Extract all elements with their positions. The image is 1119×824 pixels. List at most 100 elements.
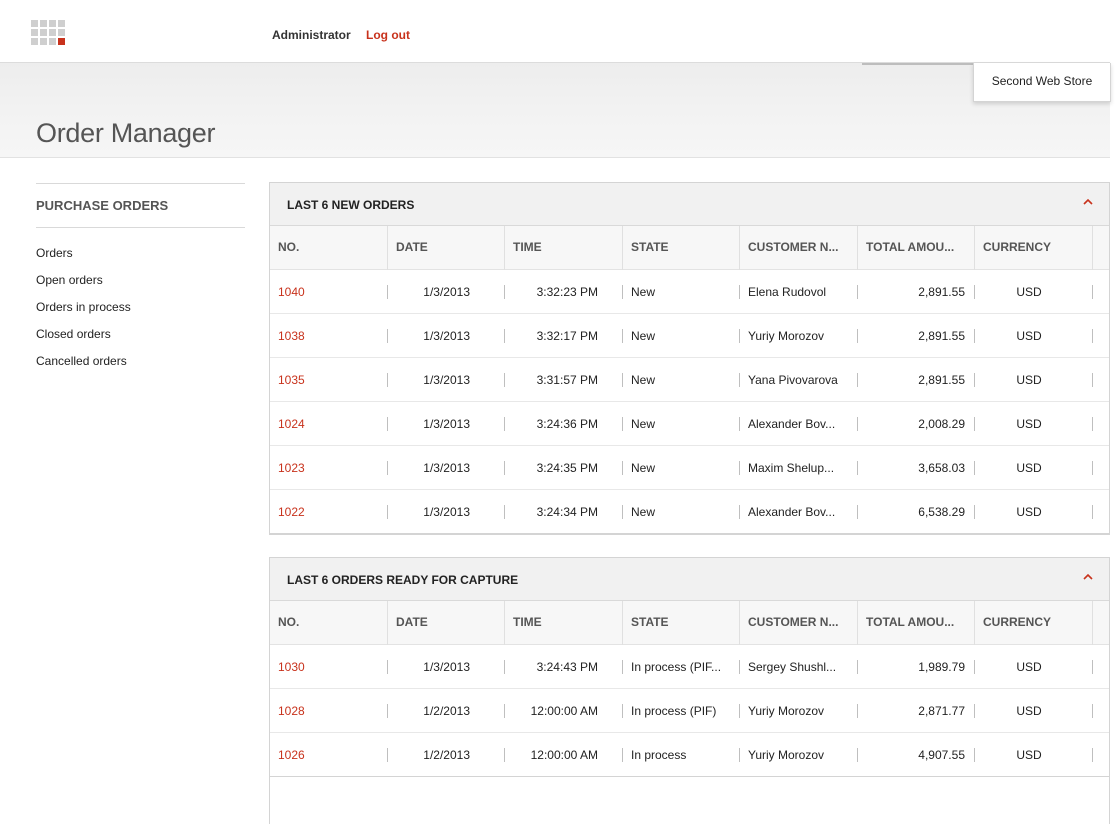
column-header-customer[interactable]: CUSTOMER N...	[740, 601, 858, 645]
order-time: 3:24:36 PM	[536, 417, 598, 431]
column-header-state[interactable]: STATE	[623, 226, 740, 270]
order-total: 2,891.55	[918, 329, 965, 343]
column-header-total[interactable]: TOTAL AMOU...	[858, 601, 975, 645]
column-separator	[504, 748, 505, 762]
table-row[interactable]: 1024 1/3/2013 3:24:36 PM New Alexander Bov..…	[270, 402, 1109, 446]
order-number-link[interactable]: 1030	[278, 659, 378, 675]
user-name: Administrator	[272, 28, 351, 42]
column-separator	[857, 329, 858, 343]
order-currency: USD	[1016, 285, 1042, 299]
column-separator	[504, 417, 505, 431]
order-total: 4,907.55	[918, 748, 965, 762]
column-header-time[interactable]: TIME	[505, 226, 623, 270]
column-separator	[974, 660, 975, 674]
order-date: 1/2/2013	[423, 748, 470, 762]
panel-title: LAST 6 ORDERS READY FOR CAPTURE	[287, 573, 519, 587]
order-number-link[interactable]: 1022	[278, 504, 378, 520]
table-row[interactable]: 1022 1/3/2013 3:24:34 PM New Alexander Bov..…	[270, 490, 1109, 534]
order-number-link[interactable]: 1024	[278, 416, 378, 432]
column-header-total[interactable]: TOTAL AMOU...	[858, 226, 975, 270]
sidebar-item-orders[interactable]: Orders	[36, 246, 73, 260]
column-separator	[504, 704, 505, 718]
column-separator	[974, 461, 975, 475]
column-separator	[974, 748, 975, 762]
customer-name: Alexander Bov...	[748, 505, 836, 519]
order-date: 1/3/2013	[423, 373, 470, 387]
column-header-currency[interactable]: CURRENCY	[975, 601, 1093, 645]
table-row[interactable]: 1035 1/3/2013 3:31:57 PM New Yana Pivovarova…	[270, 358, 1109, 402]
order-time: 3:24:35 PM	[536, 461, 598, 475]
table-body: 1030 1/3/2013 3:24:43 PM In process (PIF...…	[270, 645, 1109, 777]
order-state: In process (PIF...	[631, 660, 722, 674]
table-row[interactable]: 1028 1/2/2013 12:00:00 AM In process (PIF) Y…	[270, 689, 1109, 733]
logout-link[interactable]: Log out	[366, 28, 410, 42]
column-header-state[interactable]: STATE	[623, 601, 740, 645]
column-separator	[387, 329, 388, 343]
table-row[interactable]: 1023 1/3/2013 3:24:35 PM New Maxim Shelup...…	[270, 446, 1109, 490]
store-selector-button[interactable]: Second Web Store	[973, 63, 1111, 102]
order-currency: USD	[1016, 748, 1042, 762]
column-separator	[739, 660, 740, 674]
order-date: 1/3/2013	[423, 285, 470, 299]
order-number-link[interactable]: 1040	[278, 284, 378, 300]
customer-name: Sergey Shushl...	[748, 660, 837, 674]
column-separator	[1092, 373, 1093, 387]
order-total: 2,891.55	[918, 373, 965, 387]
chevron-up-icon[interactable]	[1081, 195, 1095, 209]
chevron-up-icon[interactable]	[1081, 570, 1095, 584]
column-header-no[interactable]: NO.	[270, 601, 388, 645]
panel-header: LAST 6 ORDERS READY FOR CAPTURE	[270, 558, 1109, 601]
column-separator	[974, 285, 975, 299]
new-orders-panel: LAST 6 NEW ORDERS NO. DATE TIME STATE CU…	[269, 182, 1110, 535]
order-number-link[interactable]: 1038	[278, 328, 378, 344]
column-separator	[387, 505, 388, 519]
column-separator	[387, 660, 388, 674]
order-date: 1/3/2013	[423, 329, 470, 343]
table-header: NO. DATE TIME STATE CUSTOMER N... TOTAL …	[270, 226, 1109, 270]
customer-name: Yuriy Morozov	[748, 329, 825, 343]
table-row[interactable]: 1040 1/3/2013 3:32:23 PM New Elena Rudovol 2,…	[270, 270, 1109, 314]
column-separator	[387, 748, 388, 762]
sidebar-item-closed-orders[interactable]: Closed orders	[36, 327, 111, 341]
column-header-no[interactable]: NO.	[270, 226, 388, 270]
customer-name: Yuriy Morozov	[748, 704, 825, 718]
column-separator	[622, 660, 623, 674]
column-separator	[1092, 417, 1093, 431]
column-separator	[622, 505, 623, 519]
column-separator	[622, 704, 623, 718]
sidebar-heading: PURCHASE ORDERS	[36, 183, 245, 228]
sidebar-item-open-orders[interactable]: Open orders	[36, 273, 103, 287]
column-separator	[857, 660, 858, 674]
order-number-link[interactable]: 1026	[278, 747, 378, 763]
order-number-link[interactable]: 1028	[278, 703, 378, 719]
column-separator	[739, 329, 740, 343]
customer-name: Yana Pivovarova	[748, 373, 838, 387]
table-row[interactable]: 1030 1/3/2013 3:24:43 PM In process (PIF...…	[270, 645, 1109, 689]
page-title: Order Manager	[36, 118, 216, 148]
order-date: 1/3/2013	[423, 417, 470, 431]
table-body: 1040 1/3/2013 3:32:23 PM New Elena Rudovol 2,…	[270, 270, 1109, 534]
column-separator	[387, 373, 388, 387]
table-row[interactable]: 1038 1/3/2013 3:32:17 PM New Yuriy Morozov 2,…	[270, 314, 1109, 358]
column-header-time[interactable]: TIME	[505, 601, 623, 645]
order-time: 3:32:17 PM	[536, 329, 598, 343]
column-separator	[622, 417, 623, 431]
sidebar-item-cancelled-orders[interactable]: Cancelled orders	[36, 354, 127, 368]
column-header-customer[interactable]: CUSTOMER N...	[740, 226, 858, 270]
order-number-link[interactable]: 1023	[278, 460, 378, 476]
ready-for-capture-panel: LAST 6 ORDERS READY FOR CAPTURE NO. DATE…	[269, 557, 1110, 824]
column-separator	[504, 660, 505, 674]
column-header-currency[interactable]: CURRENCY	[975, 226, 1093, 270]
column-separator	[504, 461, 505, 475]
table-row[interactable]: 1026 1/2/2013 12:00:00 AM In process Yuriy M…	[270, 733, 1109, 777]
order-number-link[interactable]: 1035	[278, 372, 378, 388]
column-header-date[interactable]: DATE	[388, 601, 505, 645]
column-separator	[974, 505, 975, 519]
column-separator	[1092, 660, 1093, 674]
column-header-date[interactable]: DATE	[388, 226, 505, 270]
column-separator	[857, 373, 858, 387]
column-separator	[504, 373, 505, 387]
sidebar-item-orders-in-process[interactable]: Orders in process	[36, 300, 131, 314]
order-state: New	[631, 373, 656, 387]
order-currency: USD	[1016, 660, 1042, 674]
